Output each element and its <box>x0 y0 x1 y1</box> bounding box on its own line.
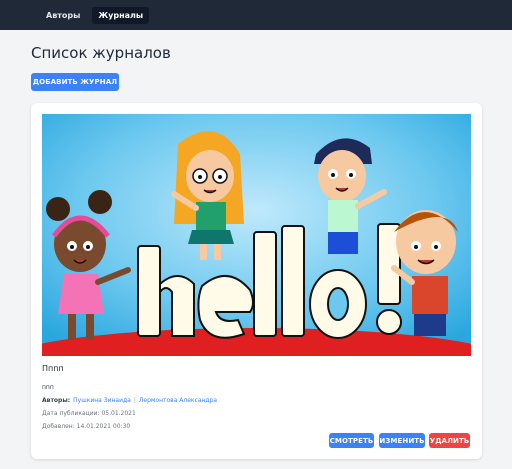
author-link[interactable]: Лермонтова Александра <box>139 397 217 404</box>
magazine-cover-image <box>42 114 471 356</box>
delete-button[interactable]: Удалить <box>429 433 470 448</box>
edit-button[interactable]: Изменить <box>379 433 425 448</box>
author-separator: | <box>133 397 136 404</box>
view-button[interactable]: Смотреть <box>329 433 374 448</box>
added-date: Добавлен: 14.01.2021 00:30 <box>42 423 131 430</box>
authors-label: Авторы: <box>42 397 71 404</box>
publication-date: Дата публикации: 05.01.2021 <box>42 410 136 417</box>
magazine-description: ппп <box>42 384 54 391</box>
nav-link-magazines[interactable]: Журналы <box>92 6 150 24</box>
top-navbar: Авторы Журналы <box>0 0 512 30</box>
author-link[interactable]: Пушкина Зинаида <box>73 397 131 404</box>
nav-link-authors[interactable]: Авторы <box>40 7 86 24</box>
add-magazine-button[interactable]: Добавить журнал <box>31 73 119 91</box>
magazine-authors: Авторы: Пушкина Зинаида | Лермонтова Але… <box>42 397 217 404</box>
page-title: Список журналов <box>31 44 171 62</box>
magazine-title: Пппп <box>42 364 64 373</box>
magazine-card: Пппп ппп Авторы: Пушкина Зинаида | Лермо… <box>31 103 482 459</box>
